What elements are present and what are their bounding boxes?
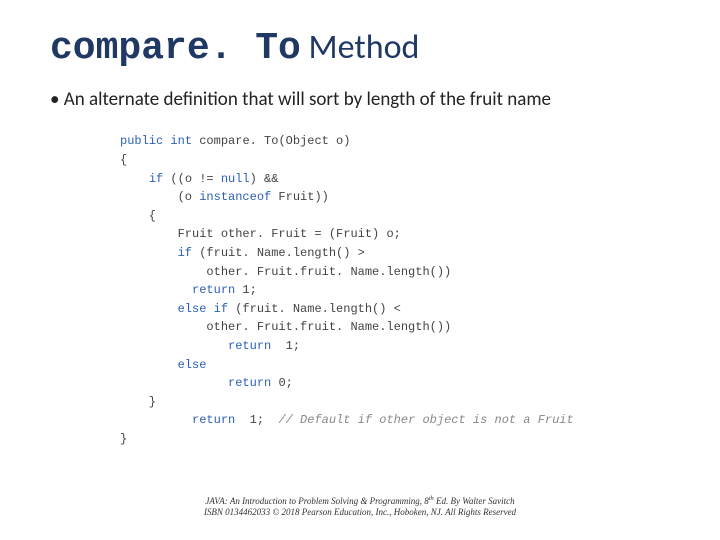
code-comment: // Default if other object is not a Frui…: [278, 413, 573, 427]
kw-null: null: [221, 172, 250, 186]
code-text: [120, 358, 178, 372]
code-text: [120, 376, 228, 390]
code-text: 1;: [235, 283, 257, 297]
code-text: (fruit. Name.length() <: [228, 302, 401, 316]
code-text: {: [120, 209, 156, 223]
kw-return: return: [228, 339, 271, 353]
kw-else: else: [178, 358, 207, 372]
code-text: other. Fruit.fruit. Name.length()): [120, 320, 451, 334]
code-text: 1;: [235, 413, 278, 427]
code-text: 1;: [271, 339, 300, 353]
slide-title: compare. To Method: [50, 28, 670, 70]
slide-footer: JAVA: An Introduction to Problem Solving…: [0, 495, 720, 519]
kw-return: return: [192, 283, 235, 297]
code-text: Fruit)): [271, 190, 329, 204]
kw-elseif: else if: [178, 302, 228, 316]
code-text: }: [120, 395, 156, 409]
footer-line-1: JAVA: An Introduction to Problem Solving…: [0, 495, 720, 507]
code-text: [120, 246, 178, 260]
code-text: (fruit. Name.length() >: [192, 246, 365, 260]
kw-return: return: [228, 376, 271, 390]
code-text: [120, 302, 178, 316]
code-text: [120, 283, 192, 297]
code-text: ) &&: [250, 172, 279, 186]
code-text: [120, 172, 149, 186]
code-text: other. Fruit.fruit. Name.length()): [120, 265, 451, 279]
kw-int: int: [170, 134, 192, 148]
kw-public: public: [120, 134, 163, 148]
code-block: public int compare. To(Object o) { if ((…: [120, 132, 670, 448]
kw-return: return: [192, 413, 235, 427]
code-text: [120, 339, 228, 353]
kw-if: if: [149, 172, 163, 186]
code-text: compare. To(Object o): [192, 134, 350, 148]
footer-text: JAVA: An Introduction to Problem Solving…: [205, 496, 428, 506]
title-mono: compare. To: [50, 27, 301, 70]
code-text: (o: [120, 190, 199, 204]
code-text: }: [120, 432, 127, 446]
kw-instanceof: instanceof: [199, 190, 271, 204]
code-text: {: [120, 153, 127, 167]
code-text: ((o !=: [163, 172, 221, 186]
kw-if: if: [178, 246, 192, 260]
code-text: Fruit other. Fruit = (Fruit) o;: [120, 227, 401, 241]
code-text: [120, 413, 192, 427]
bullet-text: • An alternate definition that will sort…: [50, 88, 670, 113]
footer-line-2: ISBN 0134462033 © 2018 Pearson Education…: [0, 507, 720, 518]
title-rest: Method: [301, 27, 420, 68]
code-text: 0;: [271, 376, 293, 390]
footer-text: Ed. By Walter Savitch: [434, 496, 515, 506]
